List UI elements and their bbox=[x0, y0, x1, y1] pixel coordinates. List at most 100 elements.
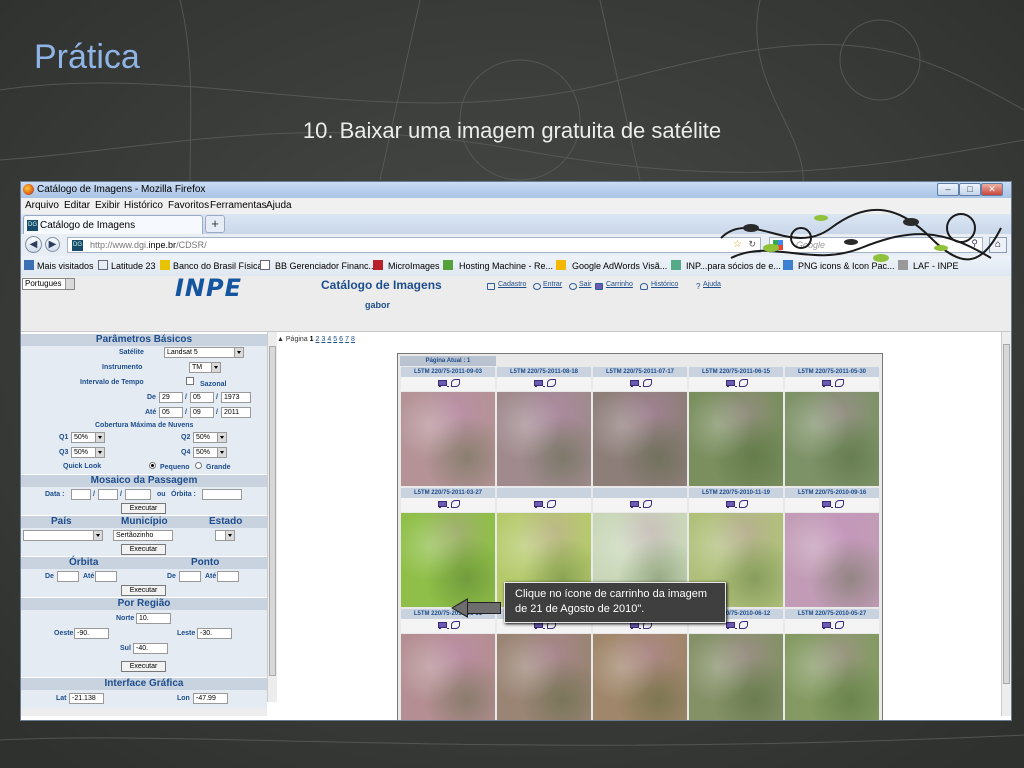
from-day-input[interactable]: 29 bbox=[159, 392, 183, 403]
menu-ferramentas[interactable]: Ferramentas bbox=[210, 200, 267, 211]
menu-historico[interactable]: Histórico bbox=[124, 200, 163, 211]
cart-icon[interactable] bbox=[437, 500, 449, 509]
east-input[interactable]: -30. bbox=[197, 628, 232, 639]
bookmark-mais-visitados[interactable]: Mais visitados bbox=[37, 261, 94, 271]
mosaic-day-input[interactable] bbox=[71, 489, 91, 500]
search-box[interactable]: Google ⚲ bbox=[769, 237, 983, 253]
back-arrow-icon[interactable]: ◀ bbox=[25, 236, 42, 253]
place-execute-button[interactable]: Executar bbox=[121, 544, 166, 555]
scene-thumbnail[interactable] bbox=[689, 392, 783, 486]
menu-editar[interactable]: Editar bbox=[64, 200, 90, 211]
left-horizontal-scrollbar[interactable] bbox=[21, 708, 267, 716]
scene-thumbnail[interactable] bbox=[401, 513, 495, 607]
cart-icon[interactable] bbox=[629, 379, 641, 388]
quicklook-icon[interactable] bbox=[547, 500, 556, 508]
page-link[interactable]: 2 bbox=[316, 336, 320, 343]
north-input[interactable]: 10. bbox=[136, 613, 171, 624]
language-select[interactable]: Portugues bbox=[22, 278, 75, 290]
lat-input[interactable]: -21.138 bbox=[69, 693, 104, 704]
south-input[interactable]: -40. bbox=[133, 643, 168, 654]
scene-thumbnail[interactable] bbox=[497, 392, 591, 486]
scene-thumbnail[interactable] bbox=[593, 392, 687, 486]
scene-thumbnail[interactable] bbox=[785, 392, 879, 486]
left-scroll-thumb[interactable] bbox=[269, 346, 276, 676]
to-day-input[interactable]: 05 bbox=[159, 407, 183, 418]
q2-select[interactable]: 50% bbox=[193, 432, 227, 443]
point-from-input[interactable] bbox=[179, 571, 201, 582]
cart-icon[interactable] bbox=[437, 379, 449, 388]
link-cadastro[interactable]: Cadastro bbox=[498, 281, 526, 288]
close-button[interactable]: ✕ bbox=[981, 183, 1003, 196]
bookmark-inp[interactable]: INP...para sócios de e... bbox=[686, 261, 781, 271]
country-select[interactable] bbox=[23, 530, 103, 541]
to-month-input[interactable]: 09 bbox=[190, 407, 214, 418]
q1-select[interactable]: 50% bbox=[71, 432, 105, 443]
cart-icon[interactable] bbox=[533, 500, 545, 509]
minimize-button[interactable]: – bbox=[937, 183, 959, 196]
home-icon[interactable]: ⌂ bbox=[989, 237, 1007, 253]
instrument-select[interactable]: TM bbox=[189, 362, 221, 373]
bookmark-laf[interactable]: LAF - INPE bbox=[913, 261, 959, 271]
quicklook-icon[interactable] bbox=[547, 379, 556, 387]
quicklook-icon[interactable] bbox=[451, 500, 460, 508]
city-input[interactable]: Sertãozinho bbox=[113, 530, 173, 541]
point-to-input[interactable] bbox=[217, 571, 239, 582]
quicklook-icon[interactable] bbox=[451, 379, 460, 387]
left-scrollbar[interactable] bbox=[267, 332, 277, 702]
mosaic-year-input[interactable] bbox=[125, 489, 151, 500]
mosaic-month-input[interactable] bbox=[98, 489, 118, 500]
right-scrollbar[interactable] bbox=[1001, 332, 1011, 716]
orbit-to-input[interactable] bbox=[95, 571, 117, 582]
mosaic-execute-button[interactable]: Executar bbox=[121, 503, 166, 514]
reload-icon[interactable]: ↻ bbox=[748, 239, 756, 250]
orbit-execute-button[interactable]: Executar bbox=[121, 585, 166, 596]
q3-select[interactable]: 50% bbox=[71, 447, 105, 458]
scene-thumbnail[interactable] bbox=[785, 513, 879, 607]
page-link[interactable]: 5 bbox=[333, 336, 337, 343]
cart-icon[interactable] bbox=[821, 500, 833, 509]
star-icon[interactable]: ☆ bbox=[733, 239, 742, 250]
region-execute-button[interactable]: Executar bbox=[121, 661, 166, 672]
link-sair[interactable]: Sair bbox=[579, 281, 591, 288]
page-link[interactable]: 6 bbox=[339, 336, 343, 343]
orbit-from-input[interactable] bbox=[57, 571, 79, 582]
scene-thumbnail[interactable] bbox=[401, 392, 495, 486]
forward-arrow-icon[interactable]: ▶ bbox=[45, 237, 60, 252]
bookmark-bb-gerenciador[interactable]: BB Gerenciador Financ... bbox=[275, 261, 376, 271]
right-scroll-thumb[interactable] bbox=[1003, 344, 1010, 684]
scene-thumbnail[interactable] bbox=[689, 634, 783, 720]
mosaic-orbit-input[interactable] bbox=[202, 489, 242, 500]
quicklook-icon[interactable] bbox=[835, 379, 844, 387]
q4-select[interactable]: 50% bbox=[193, 447, 227, 458]
lon-input[interactable]: -47.99 bbox=[193, 693, 228, 704]
cart-icon[interactable] bbox=[725, 379, 737, 388]
page-link[interactable]: 3 bbox=[321, 336, 325, 343]
bookmark-adwords[interactable]: Google AdWords Visã... bbox=[572, 261, 667, 271]
page-link[interactable]: 4 bbox=[327, 336, 331, 343]
to-year-input[interactable]: 2011 bbox=[221, 407, 251, 418]
page-link[interactable]: 8 bbox=[351, 336, 355, 343]
scene-thumbnail[interactable] bbox=[497, 634, 591, 720]
bookmark-latitude[interactable]: Latitude 23 bbox=[111, 261, 156, 271]
url-bar[interactable]: DG http://www.dgi.inpe.br/CDSR/ ☆ ↻ bbox=[67, 237, 761, 253]
bookmark-banco-brasil[interactable]: Banco do Brasil Física bbox=[173, 261, 263, 271]
menu-exibir[interactable]: Exibir bbox=[95, 200, 120, 211]
maximize-button[interactable]: □ bbox=[959, 183, 981, 196]
west-input[interactable]: -90. bbox=[74, 628, 109, 639]
link-entrar[interactable]: Entrar bbox=[543, 281, 562, 288]
quicklook-icon[interactable] bbox=[739, 621, 748, 629]
quicklook-large-radio[interactable] bbox=[195, 462, 202, 469]
quicklook-icon[interactable] bbox=[451, 621, 460, 629]
quicklook-icon[interactable] bbox=[739, 379, 748, 387]
bookmark-png-icons[interactable]: PNG icons & Icon Pac... bbox=[798, 261, 895, 271]
scene-thumbnail[interactable] bbox=[593, 634, 687, 720]
link-historico[interactable]: Histórico bbox=[651, 281, 678, 288]
cart-icon[interactable] bbox=[725, 621, 737, 630]
scene-thumbnail[interactable] bbox=[401, 634, 495, 720]
cart-icon[interactable] bbox=[821, 621, 833, 630]
quicklook-icon[interactable] bbox=[835, 621, 844, 629]
cart-icon[interactable] bbox=[725, 500, 737, 509]
menu-favoritos[interactable]: Favoritos bbox=[168, 200, 209, 211]
link-carrinho[interactable]: Carrinho bbox=[606, 281, 633, 288]
page-link[interactable]: 7 bbox=[345, 336, 349, 343]
